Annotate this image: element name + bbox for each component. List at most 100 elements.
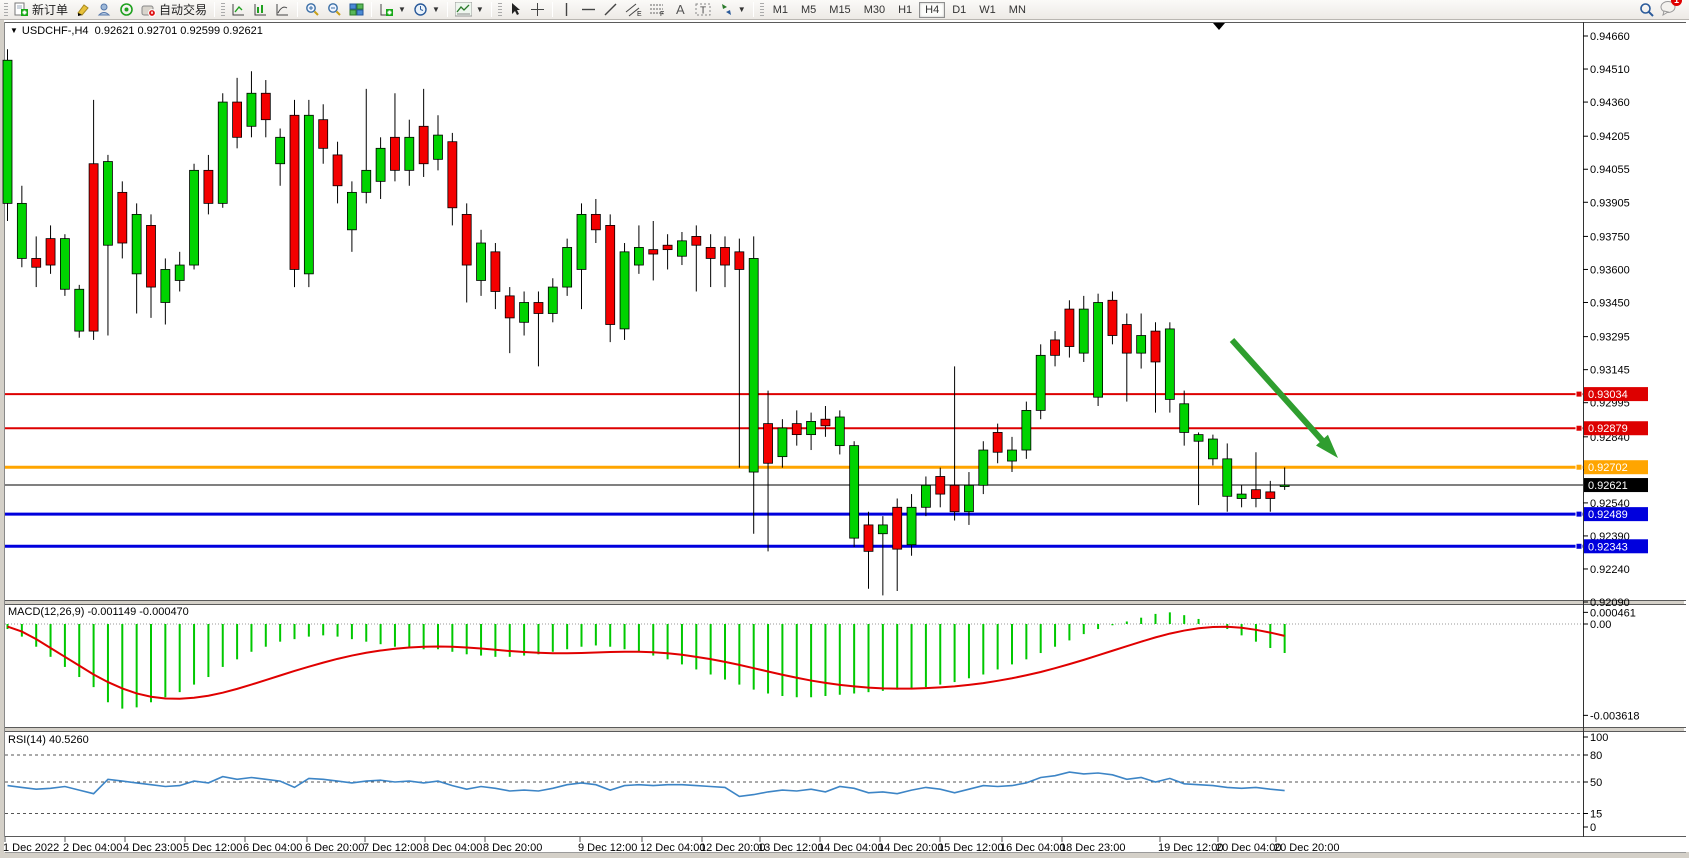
news-signal-button[interactable] xyxy=(116,1,137,19)
symbol-dropdown-icon[interactable]: ▼ xyxy=(10,26,18,35)
svg-text:18 Dec 23:00: 18 Dec 23:00 xyxy=(1060,842,1125,854)
timeframe-m5[interactable]: M5 xyxy=(795,2,822,18)
separator xyxy=(552,2,553,17)
svg-text:F: F xyxy=(660,11,664,17)
new-order-button[interactable]: 新订单 xyxy=(11,1,71,19)
equidistant-channel-icon: E xyxy=(625,2,642,17)
chart-surface[interactable]: 0.0004610.00-0.003618 1008050150 0.94660… xyxy=(0,0,1689,858)
svg-text:E: E xyxy=(637,11,642,17)
chart-autoscroll-button[interactable] xyxy=(228,1,249,19)
timeframe-m30[interactable]: M30 xyxy=(858,2,891,18)
svg-text:0.93295: 0.93295 xyxy=(1590,332,1630,344)
svg-text:100: 100 xyxy=(1590,732,1608,744)
timeframe-mn[interactable]: MN xyxy=(1003,2,1032,18)
svg-text:0.92879: 0.92879 xyxy=(1588,423,1628,435)
zoom-out-icon xyxy=(327,2,342,17)
separator xyxy=(371,2,372,17)
arrows-tool-button[interactable]: ▼ xyxy=(716,1,749,19)
svg-text:15 Dec 12:00: 15 Dec 12:00 xyxy=(938,842,1003,854)
svg-text:0.93600: 0.93600 xyxy=(1590,264,1630,276)
auto-trading-button[interactable]: 自动交易 xyxy=(138,1,210,19)
tile-windows-icon xyxy=(349,2,364,17)
svg-text:0.94660: 0.94660 xyxy=(1590,31,1630,43)
text-label-tool-button[interactable]: T xyxy=(692,1,715,19)
highlight-tool-button[interactable] xyxy=(72,1,93,19)
separator xyxy=(447,2,448,17)
cursor-tool-button[interactable] xyxy=(505,1,526,19)
new-order-icon xyxy=(14,2,29,17)
clock-icon xyxy=(413,2,428,17)
svg-text:0.93034: 0.93034 xyxy=(1588,389,1628,401)
vline-tool-button[interactable] xyxy=(557,1,577,19)
tile-windows-button[interactable] xyxy=(346,1,367,19)
toolbar-grip[interactable] xyxy=(221,3,225,17)
toolbar-grip[interactable] xyxy=(4,3,8,17)
timeframe-m15[interactable]: M15 xyxy=(823,2,856,18)
svg-text:2 Dec 04:00: 2 Dec 04:00 xyxy=(63,842,122,854)
separator xyxy=(753,2,754,17)
new-chart-icon xyxy=(379,2,394,17)
text-label-icon: T xyxy=(695,2,712,17)
autoscroll-icon xyxy=(231,2,246,17)
main-toolbar: 新订单 自动交易 ▼ ▼ ▼ xyxy=(0,0,1689,20)
svg-text:0.94055: 0.94055 xyxy=(1590,164,1630,176)
auto-trading-icon xyxy=(141,2,156,17)
svg-text:0.94360: 0.94360 xyxy=(1590,97,1630,109)
dropdown-caret: ▼ xyxy=(398,5,406,14)
svg-text:0.94510: 0.94510 xyxy=(1590,64,1630,76)
svg-text:0.93145: 0.93145 xyxy=(1590,365,1630,377)
chart-step-icon xyxy=(275,2,290,17)
toolbar-grip[interactable] xyxy=(498,3,502,17)
zoom-in-button[interactable] xyxy=(302,1,323,19)
chart-step-button[interactable] xyxy=(272,1,293,19)
separator xyxy=(297,2,298,17)
search-button[interactable] xyxy=(1636,1,1658,19)
svg-text:0.93450: 0.93450 xyxy=(1590,297,1630,309)
svg-text:0.93905: 0.93905 xyxy=(1590,197,1630,209)
chart-shift-icon xyxy=(253,2,268,17)
separator xyxy=(214,2,215,17)
svg-text:15: 15 xyxy=(1590,809,1602,821)
timeframe-h4[interactable]: H4 xyxy=(919,2,945,18)
chart-type-button[interactable]: ▼ xyxy=(452,1,487,19)
horizontal-line-icon xyxy=(581,2,596,17)
svg-text:0: 0 xyxy=(1590,822,1596,834)
channel-tool-button[interactable]: E xyxy=(622,1,645,19)
svg-text:9 Dec 12:00: 9 Dec 12:00 xyxy=(578,842,637,854)
arrows-icon xyxy=(719,2,734,17)
symbol-period-label: USDCHF-,H4 xyxy=(22,25,89,37)
svg-text:0.92240: 0.92240 xyxy=(1590,564,1630,576)
timeframe-d1[interactable]: D1 xyxy=(946,2,972,18)
chart-title-bar[interactable]: ▼USDCHF-,H4 0.92621 0.92701 0.92599 0.92… xyxy=(10,25,263,37)
timeframe-m1[interactable]: M1 xyxy=(767,2,794,18)
svg-text:50: 50 xyxy=(1590,777,1602,789)
svg-text:7 Dec 12:00: 7 Dec 12:00 xyxy=(363,842,422,854)
svg-text:8 Dec 20:00: 8 Dec 20:00 xyxy=(483,842,542,854)
chart-type-icon xyxy=(455,2,472,17)
svg-text:A: A xyxy=(676,2,685,17)
highlighter-icon xyxy=(75,2,90,17)
mt4-window: 新订单 自动交易 ▼ ▼ ▼ xyxy=(0,0,1689,858)
request-quote-button[interactable] xyxy=(94,1,115,19)
cursor-icon xyxy=(508,2,523,17)
crosshair-tool-button[interactable] xyxy=(527,1,548,19)
hline-tool-button[interactable] xyxy=(578,1,599,19)
trendline-tool-button[interactable] xyxy=(600,1,621,19)
svg-text:12 Dec 04:00: 12 Dec 04:00 xyxy=(640,842,705,854)
period-button[interactable]: ▼ xyxy=(410,1,443,19)
chart-shift-button[interactable] xyxy=(250,1,271,19)
svg-text:0.94205: 0.94205 xyxy=(1590,131,1630,143)
separator xyxy=(491,2,492,17)
notifications-button[interactable]: 1 xyxy=(1659,0,1677,21)
svg-text:13 Dec 12:00: 13 Dec 12:00 xyxy=(758,842,823,854)
fibonacci-tool-button[interactable]: F xyxy=(646,1,669,19)
zoom-out-button[interactable] xyxy=(324,1,345,19)
svg-text:0.92090: 0.92090 xyxy=(1590,597,1630,609)
timeframe-h1[interactable]: H1 xyxy=(892,2,918,18)
timeframe-w1[interactable]: W1 xyxy=(973,2,1002,18)
svg-text:0.93750: 0.93750 xyxy=(1590,231,1630,243)
text-tool-button[interactable]: A xyxy=(670,1,691,19)
toolbar-grip[interactable] xyxy=(760,3,764,17)
svg-text:1 Dec 2022: 1 Dec 2022 xyxy=(3,842,59,854)
new-chart-button[interactable]: ▼ xyxy=(376,1,409,19)
